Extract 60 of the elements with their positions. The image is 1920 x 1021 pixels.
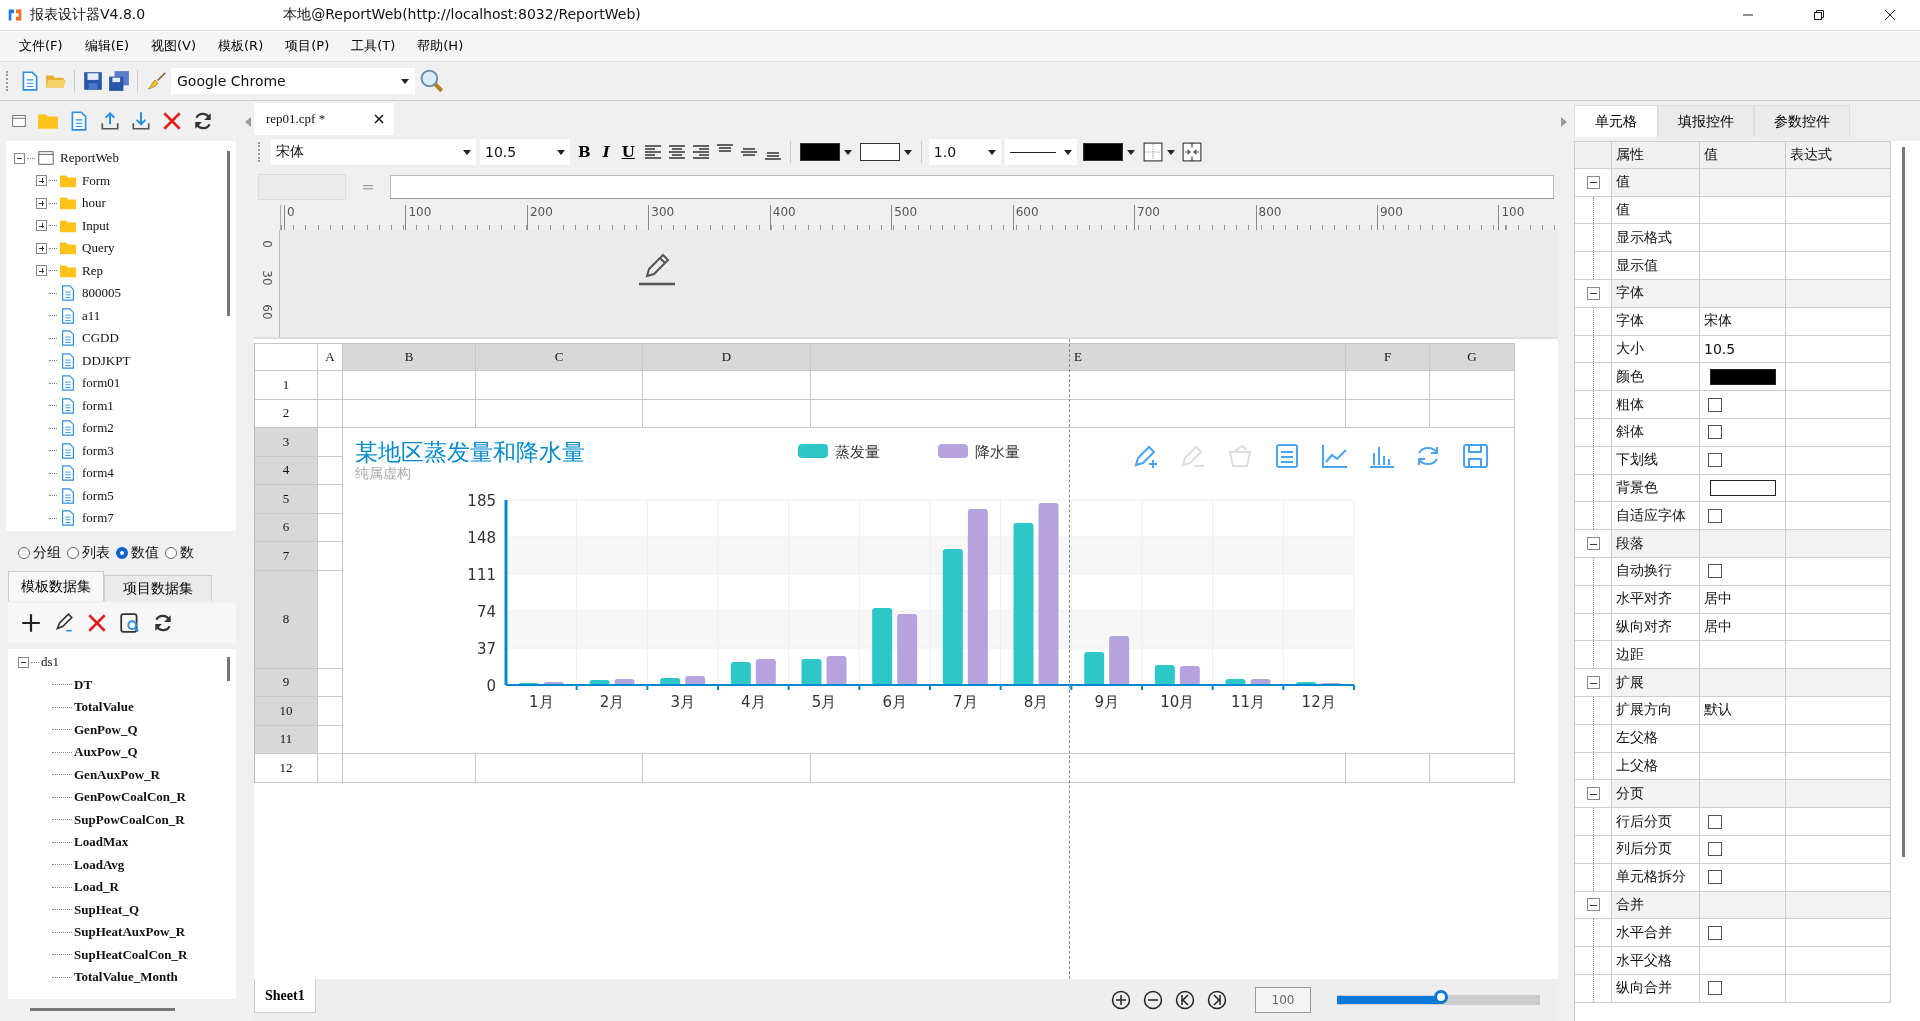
property-label: 大小: [1612, 335, 1700, 364]
window-title: 本地@ReportWeb(http://localhost:8032/ReportWeb): [283, 6, 641, 24]
property-group-label: 字体: [1612, 280, 1700, 308]
column-header: 属性: [1612, 141, 1700, 169]
property-label: 粗体: [1612, 391, 1700, 419]
property-label: 显示值: [1612, 252, 1700, 280]
axis-tick-label: 185: [467, 492, 496, 510]
property-label: 斜体: [1612, 418, 1700, 447]
axis-tick-label: 2月: [599, 693, 625, 711]
column-header: 表达式: [1786, 141, 1891, 169]
radio-label: 分组: [33, 544, 61, 562]
property-label: 背景色: [1612, 474, 1700, 503]
property-label: 左父格: [1612, 724, 1700, 753]
radio-label: 列表: [82, 544, 110, 562]
column-header: 值: [1700, 141, 1786, 169]
property-label: 纵向合并: [1612, 974, 1700, 1003]
property-label: 扩展方向: [1612, 696, 1700, 725]
app-title: 报表设计器V4.8.0: [30, 6, 146, 24]
property-label: 字体: [1612, 307, 1700, 336]
axis-tick-label: 3月: [670, 693, 695, 711]
radio-label: 数: [180, 544, 194, 562]
property-group-label: 值: [1612, 168, 1700, 197]
equals-sign: =: [360, 178, 376, 196]
property-group-label: 分页: [1612, 780, 1700, 809]
property-group-label: 合并: [1612, 891, 1700, 920]
axis-tick-label: 6月: [882, 693, 907, 711]
axis-tick-label: 11月: [1230, 693, 1266, 711]
radio-label: 数值: [131, 544, 159, 562]
ruler-label: 0: [258, 240, 275, 248]
axis-tick-label: 74: [476, 603, 496, 621]
axis-tick-label: 8月: [1023, 693, 1049, 711]
axis-tick-label: 111: [467, 566, 496, 584]
chart-title: 某地区蒸发量和降水量: [355, 439, 585, 465]
property-label: 纵向对齐: [1612, 613, 1700, 642]
property-label: 列后分页: [1612, 835, 1700, 864]
property-group-label: 段落: [1612, 530, 1700, 558]
property-label: 行后分页: [1612, 808, 1700, 836]
axis-tick-label: 5月: [811, 693, 837, 711]
property-group-label: 扩展: [1612, 669, 1700, 697]
property-label: 单元格拆分: [1612, 863, 1700, 892]
axis-tick-label: 4月: [741, 693, 766, 711]
property-label: 值: [1612, 196, 1700, 225]
axis-tick-label: 9月: [1094, 693, 1119, 711]
property-label: 自动换行: [1612, 557, 1700, 586]
axis-tick-label: 148: [467, 529, 496, 547]
axis-tick-label: 0: [486, 677, 496, 695]
axis-tick-label: 1月: [529, 693, 554, 711]
axis-tick-label: 10月: [1160, 693, 1195, 711]
property-label: 显示格式: [1612, 224, 1700, 253]
property-label: 水平父格: [1612, 947, 1700, 975]
axis-tick-label: 12月: [1301, 693, 1336, 711]
property-label: 颜色: [1612, 363, 1700, 392]
axis-tick-label: 37: [476, 640, 496, 658]
property-label: 水平对齐: [1612, 585, 1700, 614]
property-label: 下划线: [1612, 446, 1700, 475]
ruler-label: 60: [258, 304, 275, 320]
chart-subtitle: 纯属虚构: [355, 465, 411, 481]
axis-tick-label: 7月: [953, 693, 978, 711]
property-label: 水平合并: [1612, 919, 1700, 948]
ruler-label: 30: [258, 270, 275, 286]
